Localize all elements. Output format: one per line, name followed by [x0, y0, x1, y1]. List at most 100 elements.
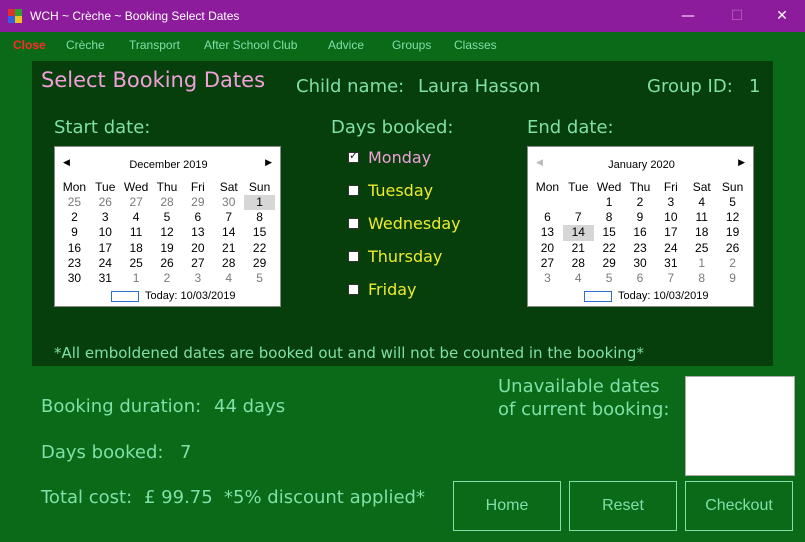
calendar-day[interactable]: 11 [121, 225, 152, 240]
menu-close[interactable]: Close [13, 38, 46, 52]
calendar-day[interactable]: 20 [182, 241, 213, 256]
calendar-day[interactable]: 5 [152, 210, 183, 225]
calendar-day[interactable]: 7 [655, 271, 686, 286]
calendar-day[interactable]: 2 [59, 210, 90, 225]
calendar-day[interactable]: 2 [717, 256, 748, 271]
calendar-day[interactable]: 26 [717, 241, 748, 256]
calendar-day[interactable]: 1 [121, 271, 152, 286]
calendar-day[interactable]: 22 [594, 241, 625, 256]
calendar-day[interactable]: 30 [59, 271, 90, 286]
calendar-day[interactable]: 26 [90, 195, 121, 210]
calendar-day[interactable]: 27 [121, 195, 152, 210]
calendar-day[interactable]: 4 [213, 271, 244, 286]
calendar-day[interactable]: 19 [717, 225, 748, 240]
calendar-day[interactable]: 29 [182, 195, 213, 210]
calendar-day[interactable]: 4 [563, 271, 594, 286]
calendar-day[interactable]: 3 [532, 271, 563, 286]
calendar-day[interactable]: 15 [594, 225, 625, 240]
calendar-day[interactable]: 1 [594, 195, 625, 210]
calendar-day[interactable]: 20 [532, 241, 563, 256]
calendar-day[interactable]: 17 [90, 241, 121, 256]
calendar-day[interactable]: 18 [121, 241, 152, 256]
calendar-day[interactable]: 13 [182, 225, 213, 240]
menu-classes[interactable]: Classes [454, 38, 497, 52]
calendar-day[interactable]: 22 [244, 241, 275, 256]
calendar-day[interactable]: 5 [594, 271, 625, 286]
calendar-day[interactable]: 4 [121, 210, 152, 225]
calendar-day[interactable]: 9 [717, 271, 748, 286]
calendar-day[interactable]: 24 [90, 256, 121, 271]
calendar-day[interactable]: 8 [244, 210, 275, 225]
calendar-day[interactable]: 28 [152, 195, 183, 210]
start-date-calendar[interactable]: ◀ ▶ December 2019 Mon Tue Wed Thu Fri Sat Sun … [54, 146, 281, 307]
calendar-day[interactable]: 26 [152, 256, 183, 271]
calendar-day[interactable]: 23 [59, 256, 90, 271]
checkbox-icon[interactable] [348, 284, 359, 295]
menu-creche[interactable]: Crèche [66, 38, 105, 52]
calendar-day[interactable]: 25 [686, 241, 717, 256]
calendar-day[interactable]: 8 [594, 210, 625, 225]
calendar-day[interactable]: 10 [655, 210, 686, 225]
calendar-day[interactable]: 28 [563, 256, 594, 271]
calendar-day[interactable]: 27 [532, 256, 563, 271]
checkbox-checked-icon[interactable] [348, 149, 359, 163]
calendar-day[interactable]: 28 [213, 256, 244, 271]
calendar-day[interactable]: 3 [90, 210, 121, 225]
calendar-day[interactable]: 12 [717, 210, 748, 225]
calendar-day[interactable]: 15 [244, 225, 275, 240]
calendar-day[interactable]: 23 [625, 241, 656, 256]
checkbox-icon[interactable] [348, 185, 359, 196]
calendar-day[interactable]: 12 [152, 225, 183, 240]
calendar-day[interactable]: 24 [655, 241, 686, 256]
calendar-day[interactable]: 3 [182, 271, 213, 286]
menu-advice[interactable]: Advice [328, 38, 364, 52]
calendar-day[interactable]: 2 [625, 195, 656, 210]
calendar-day[interactable]: 6 [625, 271, 656, 286]
calendar-day[interactable]: 25 [59, 195, 90, 210]
menu-transport[interactable]: Transport [129, 38, 180, 52]
calendar-day[interactable]: 11 [686, 210, 717, 225]
calendar-day[interactable]: 19 [152, 241, 183, 256]
calendar-day[interactable]: 5 [717, 195, 748, 210]
calendar-day[interactable]: 18 [686, 225, 717, 240]
calendar-day[interactable]: 3 [655, 195, 686, 210]
calendar-day[interactable]: 13 [532, 225, 563, 240]
maximize-button[interactable]: ☐ [714, 0, 760, 32]
calendar-day[interactable]: 27 [182, 256, 213, 271]
calendar-day[interactable]: 14 [213, 225, 244, 240]
calendar-day[interactable]: 16 [59, 241, 90, 256]
calendar-day[interactable]: 1 [686, 256, 717, 271]
calendar-day[interactable]: 31 [90, 271, 121, 286]
calendar-day[interactable]: 16 [625, 225, 656, 240]
day-checkbox-friday[interactable]: Friday [348, 280, 417, 299]
today-link[interactable]: Today: 10/03/2019 [111, 290, 236, 302]
calendar-day[interactable]: 7 [213, 210, 244, 225]
checkbox-icon[interactable] [348, 218, 359, 229]
calendar-day[interactable]: 21 [563, 241, 594, 256]
calendar-day[interactable]: 2 [152, 271, 183, 286]
calendar-day[interactable]: 10 [90, 225, 121, 240]
end-date-calendar[interactable]: ◀ ▶ January 2020 Mon Tue Wed Thu Fri Sat Sun 1… [527, 146, 754, 307]
calendar-day[interactable]: 17 [655, 225, 686, 240]
calendar-day[interactable]: 25 [121, 256, 152, 271]
menu-groups[interactable]: Groups [392, 38, 431, 52]
calendar-day[interactable]: 4 [686, 195, 717, 210]
unavailable-dates-list[interactable] [685, 376, 795, 476]
calendar-day[interactable]: 6 [182, 210, 213, 225]
calendar-day[interactable]: 6 [532, 210, 563, 225]
day-checkbox-monday[interactable]: Monday [348, 148, 431, 167]
minimize-button[interactable]: — [665, 0, 711, 32]
day-checkbox-wednesday[interactable]: Wednesday [348, 214, 461, 233]
calendar-day[interactable]: 30 [625, 256, 656, 271]
today-link[interactable]: Today: 10/03/2019 [584, 290, 709, 302]
calendar-day[interactable]: 1 [244, 195, 275, 211]
reset-button[interactable]: Reset [569, 481, 677, 531]
calendar-day[interactable]: 21 [213, 241, 244, 256]
checkbox-icon[interactable] [348, 251, 359, 262]
calendar-month-title[interactable]: December 2019 [55, 159, 282, 171]
calendar-day[interactable]: 7 [563, 210, 594, 225]
calendar-day[interactable]: 9 [59, 225, 90, 240]
checkout-button[interactable]: Checkout [685, 481, 793, 531]
calendar-month-title[interactable]: January 2020 [528, 159, 755, 171]
calendar-day[interactable]: 9 [625, 210, 656, 225]
